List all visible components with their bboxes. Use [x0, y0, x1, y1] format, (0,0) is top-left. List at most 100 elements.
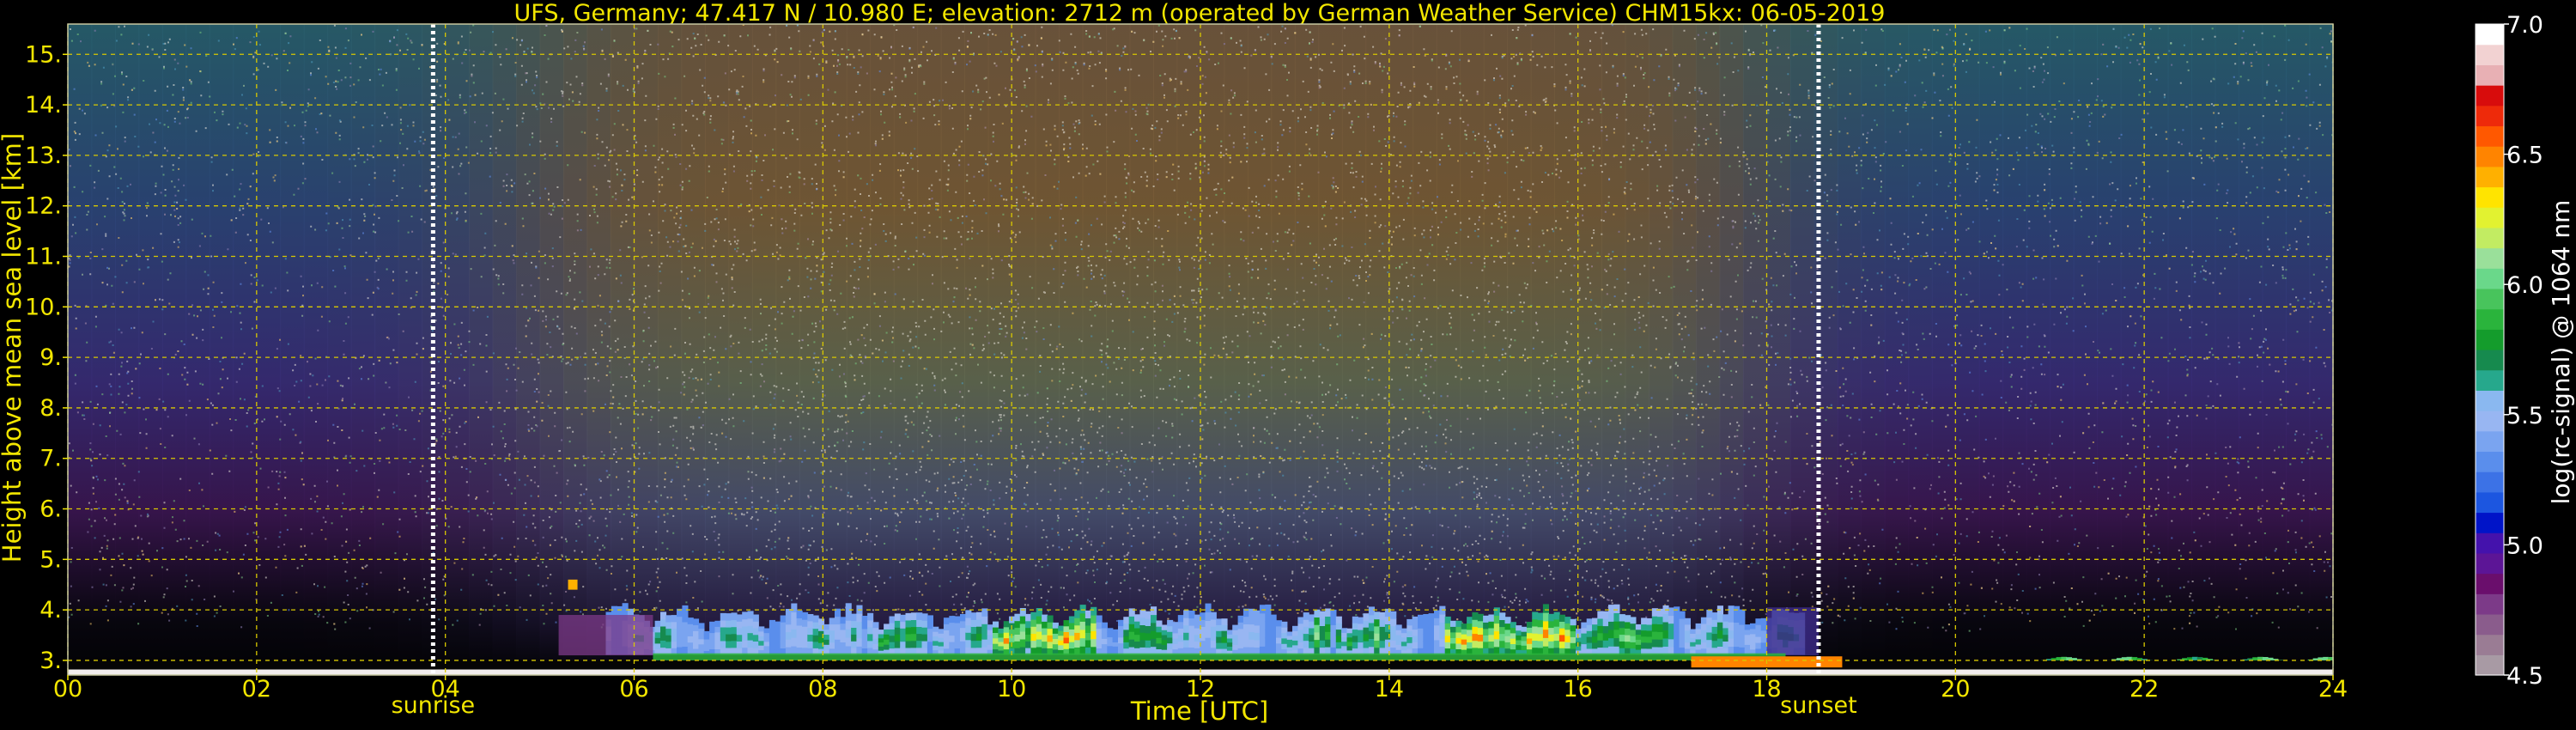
layer-cell [1592, 642, 1599, 649]
layer-cell [1074, 624, 1081, 633]
layer-cell [1542, 637, 1549, 647]
signal-strip [1931, 24, 1957, 675]
signal-strip [1766, 24, 1791, 675]
layer-cell [687, 624, 694, 630]
layer-cell [1352, 616, 1358, 624]
layer-cell [677, 616, 683, 625]
layer-cell [884, 639, 890, 645]
layer-cell [802, 640, 809, 648]
signal-strip [1318, 24, 1343, 675]
layer-cell [802, 633, 809, 642]
layer-cell [1395, 644, 1402, 650]
layer-cell [1613, 637, 1620, 647]
layer-cell [1292, 635, 1299, 641]
layer-cell [812, 622, 819, 630]
layer-cell [1172, 627, 1179, 634]
layer-cell [1254, 624, 1261, 633]
layer-cell [1309, 634, 1315, 642]
layer-cell [1521, 626, 1528, 632]
layer-cell [802, 611, 809, 620]
layer-cell [970, 626, 977, 635]
layer-cell [1558, 641, 1565, 648]
layer-cell [671, 641, 677, 648]
layer-cell [1630, 617, 1637, 624]
layer-cell [1379, 633, 1386, 642]
layer-cell [763, 645, 770, 651]
colorbar-swatch [2476, 329, 2504, 350]
layer-cell [791, 620, 798, 630]
layer-cell [1379, 640, 1386, 648]
layer-cell [665, 635, 672, 642]
layer-cell [1455, 631, 1462, 638]
layer-cell [1434, 617, 1441, 626]
layer-cell [1662, 637, 1669, 647]
layer-cell [1521, 645, 1528, 651]
layer-cell [1068, 629, 1075, 636]
layer-cell [1739, 609, 1746, 617]
layer-cell [1635, 639, 1642, 645]
layer-cell [1390, 611, 1397, 619]
layer-cell [1030, 626, 1037, 634]
layer-cell [976, 611, 983, 620]
layer-cell [1690, 633, 1697, 638]
layer-cell [796, 639, 803, 648]
layer-cell [1493, 607, 1500, 616]
layer-cell [1744, 639, 1751, 645]
layer-cell [1537, 640, 1544, 648]
layer-cell [905, 626, 912, 635]
signal-strip [374, 24, 399, 675]
layer-cell [1172, 632, 1179, 639]
layer-cell [1183, 617, 1190, 626]
layer-cell [1657, 616, 1664, 624]
signal-strip [1483, 24, 1509, 675]
layer-cell [1472, 633, 1479, 642]
signal-strip [940, 24, 965, 675]
layer-cell [1679, 611, 1686, 619]
layer-cell [1439, 630, 1446, 639]
layer-cell [1613, 629, 1620, 639]
y-tick-label: 13. [25, 143, 62, 169]
layer-cell [1319, 640, 1326, 648]
layer-cell [1167, 631, 1174, 638]
layer-cell [1418, 621, 1425, 629]
layer-cell [1167, 642, 1174, 649]
layer-cell [1058, 625, 1065, 631]
layer-cell [1418, 634, 1425, 642]
colorbar-swatch [2476, 350, 2504, 371]
layer-cell [840, 623, 847, 630]
layer-cell [796, 632, 803, 641]
signal-strip [917, 24, 942, 675]
layer-cell [1226, 646, 1233, 651]
layer-cell [1739, 631, 1746, 641]
layer-cell [1553, 618, 1560, 627]
layer-cell [1444, 629, 1451, 636]
layer-cell [714, 637, 721, 644]
signal-strip [280, 24, 305, 675]
layer-cell [1374, 618, 1381, 627]
layer-cell [851, 634, 858, 642]
layer-cell [1400, 645, 1407, 651]
colorbar-tick-label: 5.0 [2506, 532, 2543, 559]
layer-cell [1346, 632, 1353, 638]
chart-title: UFS, Germany; 47.417 N / 10.980 E; eleva… [514, 0, 1886, 27]
layer-cell [835, 624, 841, 632]
layer-cell [1112, 633, 1119, 639]
layer-cell [807, 614, 814, 622]
layer-cell [1128, 631, 1135, 640]
layer-cell [709, 621, 716, 628]
layer-cell [927, 628, 933, 636]
layer-cell [1619, 634, 1625, 642]
layer-cell [1068, 616, 1075, 624]
layer-cell [1341, 641, 1348, 647]
signal-strip [1035, 24, 1060, 675]
layer-cell [835, 616, 841, 625]
layer-cell [1711, 626, 1718, 635]
layer-cell [1167, 625, 1174, 632]
layer-cell [1226, 637, 1233, 643]
colorbar-swatch [2476, 369, 2504, 391]
layer-cell [1237, 641, 1244, 648]
colorbar-swatch [2476, 125, 2504, 147]
layer-cell [758, 645, 765, 651]
layer-cell [1679, 625, 1686, 634]
signal-strip [1601, 24, 1626, 675]
